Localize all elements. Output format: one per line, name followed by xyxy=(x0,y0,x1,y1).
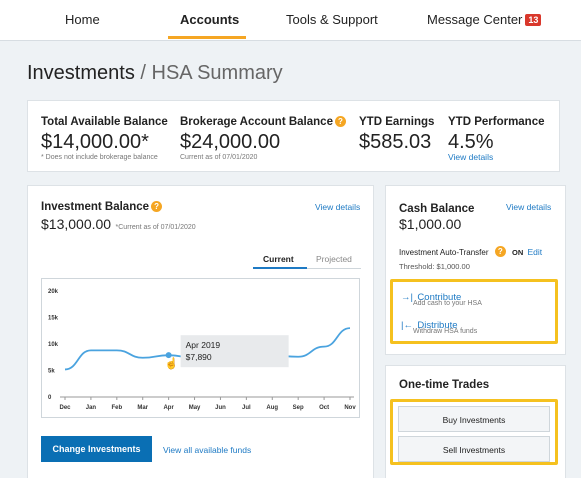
contribute-desc: Add cash to your HSA xyxy=(413,300,482,307)
brokerage-balance-label-text: Brokerage Account Balance xyxy=(180,116,333,128)
nav-accounts[interactable]: Accounts xyxy=(180,12,239,27)
x-tick-label: Jul xyxy=(242,405,251,411)
y-tick-label: 5k xyxy=(48,369,55,375)
tab-projected[interactable]: Projected xyxy=(316,254,352,264)
help-icon[interactable]: ? xyxy=(151,201,163,212)
auto-transfer-edit-link[interactable]: Edit xyxy=(527,247,542,257)
threshold-text: Threshold: $1,000.00 xyxy=(399,262,470,271)
summary-panel: Total Available Balance $14,000.00* * Do… xyxy=(27,100,560,172)
x-tick-label: Jun xyxy=(215,405,226,411)
cash-view-details-link[interactable]: View details xyxy=(506,202,551,212)
one-time-trades-panel: One-time Trades Buy Investments Sell Inv… xyxy=(385,365,566,478)
auto-transfer-row: Investment Auto-Transfer ? ON Edit xyxy=(399,246,542,257)
nav-message-center[interactable]: Message Center 13 xyxy=(427,12,542,27)
ytd-earnings-value: $585.03 xyxy=(359,131,432,153)
cash-balance-panel: Cash Balance $1,000.00 View details Inve… xyxy=(385,185,566,355)
y-tick-label: 10k xyxy=(48,342,59,348)
nav-home[interactable]: Home xyxy=(65,12,100,27)
x-tick-label: Apr xyxy=(163,405,174,411)
contribute-icon: →| xyxy=(401,292,413,303)
ytd-earnings-label: YTD Earnings xyxy=(359,116,435,128)
investment-balance-note: *Current as of 07/01/2020 xyxy=(115,224,196,231)
investment-balance-panel: Investment Balance? $13,000.00 *Current … xyxy=(27,185,374,478)
x-tick-label: Nov xyxy=(344,405,356,411)
x-tick-label: Oct xyxy=(319,405,329,411)
x-tick-label: Sep xyxy=(293,405,304,411)
x-tick-label: Dec xyxy=(59,405,71,411)
buy-investments-button[interactable]: Buy Investments xyxy=(398,406,550,432)
tooltip-date: Apr 2019 xyxy=(186,340,221,350)
breadcrumb-separator: / xyxy=(140,62,146,84)
total-balance-note: * Does not include brokerage balance xyxy=(41,154,158,161)
ytd-view-details-link[interactable]: View details xyxy=(448,152,493,162)
nav-message-center-label: Message Center xyxy=(427,12,523,27)
tooltip-value: $7,890 xyxy=(186,352,212,362)
sell-investments-button[interactable]: Sell Investments xyxy=(398,436,550,462)
x-tick-label: Mar xyxy=(137,405,148,411)
y-tick-label: 15k xyxy=(48,316,59,322)
brokerage-balance-label: Brokerage Account Balance? xyxy=(180,116,346,128)
active-tab-underline xyxy=(168,36,246,39)
distribute-icon: |← xyxy=(401,320,413,331)
total-balance-label: Total Available Balance xyxy=(41,116,168,128)
nav-tools-support[interactable]: Tools & Support xyxy=(286,12,378,27)
trades-highlight: Buy Investments Sell Investments xyxy=(390,399,558,465)
ytd-performance-label: YTD Performance xyxy=(448,116,545,128)
brokerage-balance-value: $24,000.00 xyxy=(180,131,281,153)
cash-actions-highlight: →| Contribute Add cash to your HSA |← Di… xyxy=(390,279,558,344)
x-tick-label: Feb xyxy=(111,405,122,411)
top-nav: Home Accounts Tools & Support Message Ce… xyxy=(0,0,581,41)
tab-current[interactable]: Current xyxy=(263,254,294,264)
investment-balance-label: Investment Balance? xyxy=(41,201,163,213)
tab-current-underline xyxy=(253,267,307,269)
help-icon[interactable]: ? xyxy=(494,246,506,257)
auto-transfer-state[interactable]: ON xyxy=(512,248,523,257)
investment-balance-value: $13,000.00 xyxy=(41,216,112,232)
change-investments-button[interactable]: Change Investments xyxy=(41,436,152,462)
investment-balance-label-text: Investment Balance xyxy=(41,201,150,213)
hand-cursor-icon: ☝ xyxy=(165,356,179,370)
x-tick-label: Jan xyxy=(86,405,97,411)
page-title: Investments xyxy=(27,62,135,84)
cash-balance-value: $1,000.00 xyxy=(399,216,462,232)
page-subtitle: HSA Summary xyxy=(151,62,283,84)
brokerage-balance-note: Current as of 07/01/2020 xyxy=(180,154,258,161)
breadcrumb: Investments / HSA Summary xyxy=(27,62,283,85)
view-all-funds-link[interactable]: View all available funds xyxy=(163,445,251,455)
cash-balance-label: Cash Balance xyxy=(399,203,475,215)
y-tick-label: 0 xyxy=(48,395,52,401)
y-tick-label: 20k xyxy=(48,289,59,295)
message-count-badge: 13 xyxy=(525,14,542,26)
x-tick-label: Aug xyxy=(266,405,278,411)
total-balance-value: $14,000.00* xyxy=(41,131,149,153)
investment-balance-row: $13,000.00 *Current as of 07/01/2020 xyxy=(41,216,196,234)
investment-chart: 20k 15k 10k 5k 0 Dec Jan Feb Mar Apr May Jun Jul Aug S… xyxy=(41,278,360,418)
investment-view-details-link[interactable]: View details xyxy=(315,202,360,212)
auto-transfer-label: Investment Auto-Transfer xyxy=(399,248,489,257)
x-tick-label: May xyxy=(189,405,201,411)
tab-divider xyxy=(307,268,361,269)
help-icon[interactable]: ? xyxy=(334,116,346,127)
ytd-performance-value: 4.5% xyxy=(448,131,494,153)
line-chart: 20k 15k 10k 5k 0 Dec Jan Feb Mar Apr May Jun Jul Aug S… xyxy=(48,289,356,411)
distribute-desc: Withdraw HSA funds xyxy=(413,328,478,335)
trades-title: One-time Trades xyxy=(399,379,490,391)
